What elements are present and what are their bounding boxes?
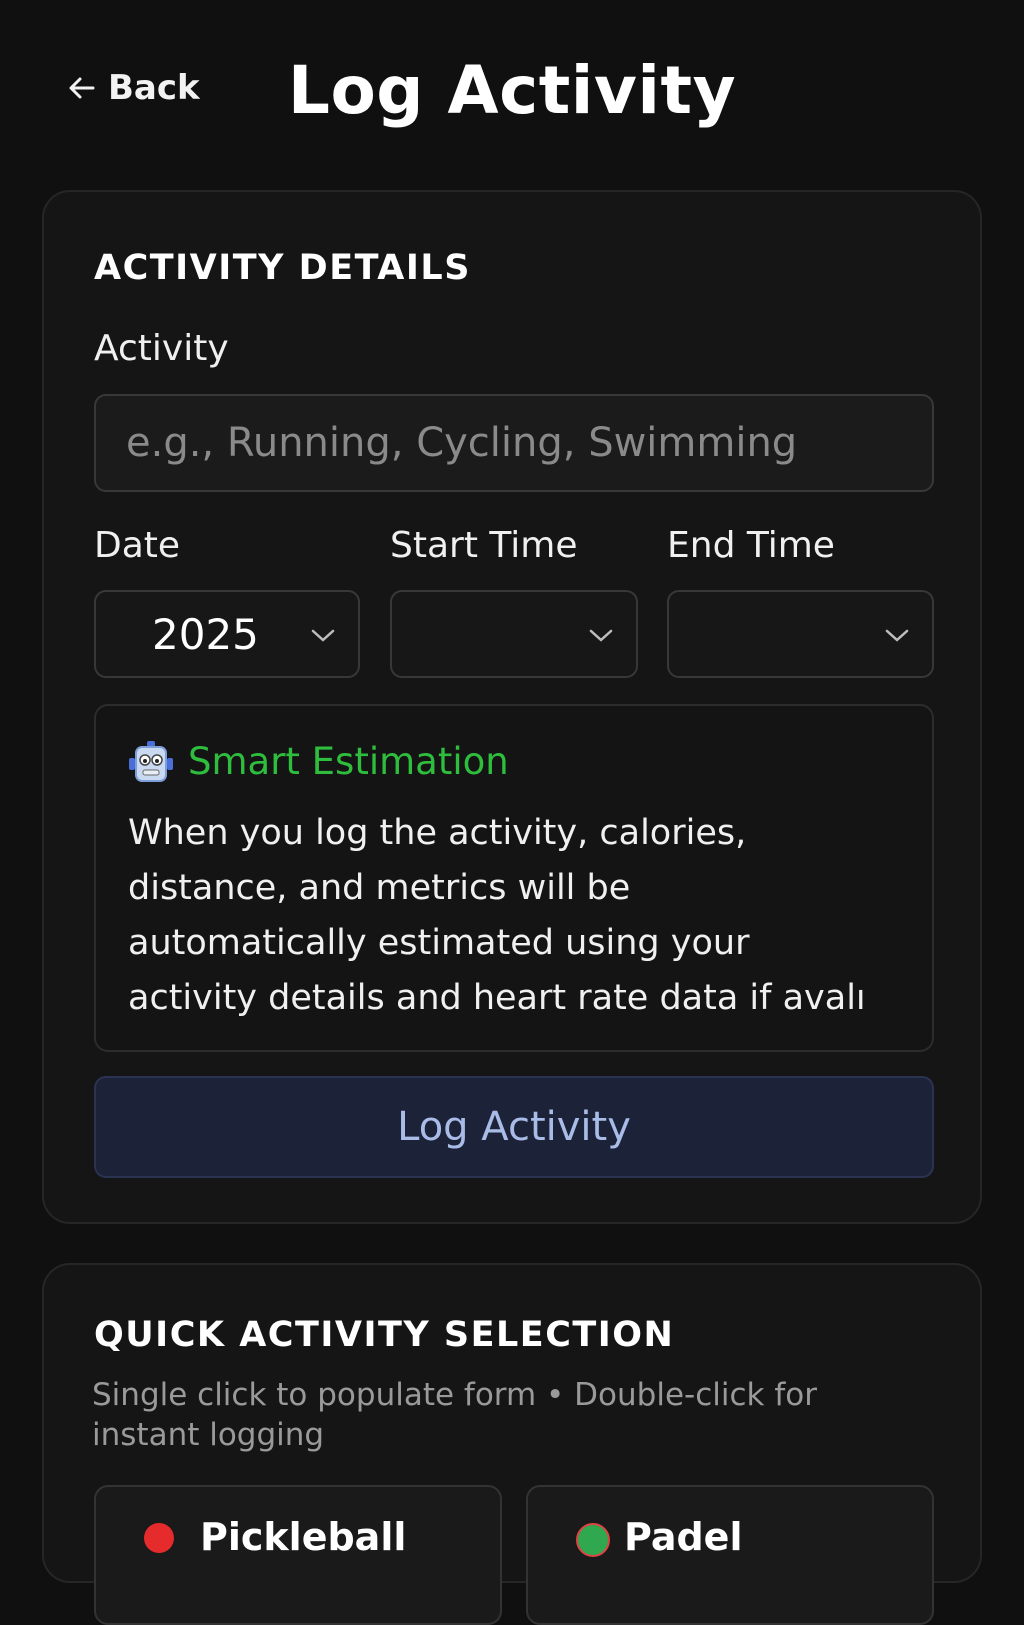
smart-estimation-text: When you log the activity, calories, dis… — [128, 806, 888, 1026]
activity-details-card: ACTIVITY DETAILS Activity Date Start Tim… — [42, 190, 982, 1224]
smart-estimation-title: Smart Estimation — [188, 740, 509, 783]
robot-icon — [129, 741, 173, 782]
quick-activity-label: Padel — [624, 1515, 743, 1559]
activity-input[interactable] — [94, 394, 934, 492]
page-title: Log Activity — [287, 52, 737, 129]
smart-estimation-panel: Smart Estimation When you log the activi… — [94, 704, 934, 1052]
activity-label: Activity — [94, 328, 229, 369]
red-dot-icon — [144, 1523, 174, 1553]
chevron-down-icon — [885, 629, 909, 642]
smart-estimation-line: distance, and metrics will be — [128, 868, 631, 908]
smart-estimation-line: automatically estimated using your — [128, 923, 750, 963]
activity-details-heading: ACTIVITY DETAILS — [94, 248, 471, 288]
quick-activity-padel[interactable]: Padel — [526, 1485, 934, 1625]
quick-activity-pickleball[interactable]: Pickleball — [94, 1485, 502, 1625]
smart-estimation-line: activity details and heart rate data if … — [128, 978, 866, 1018]
start-time-select[interactable] — [390, 590, 638, 678]
log-activity-button[interactable]: Log Activity — [94, 1076, 934, 1178]
end-time-select[interactable] — [667, 590, 934, 678]
end-time-label: End Time — [667, 525, 835, 566]
quick-activity-label: Pickleball — [200, 1515, 407, 1559]
date-select[interactable]: 2025 — [94, 590, 360, 678]
chevron-down-icon — [589, 629, 613, 642]
smart-estimation-line: When you log the activity, calories, — [128, 813, 747, 853]
green-dot-icon — [576, 1523, 610, 1557]
chevron-down-icon — [311, 629, 335, 642]
quick-activity-subtitle: Single click to populate form • Double-c… — [92, 1377, 817, 1453]
date-label: Date — [94, 525, 181, 566]
start-time-label: Start Time — [390, 525, 578, 566]
date-value: 2025 — [152, 609, 259, 659]
quick-activity-card: QUICK ACTIVITY SELECTION Single click to… — [42, 1263, 982, 1625]
quick-activity-heading: QUICK ACTIVITY SELECTION — [94, 1315, 675, 1355]
